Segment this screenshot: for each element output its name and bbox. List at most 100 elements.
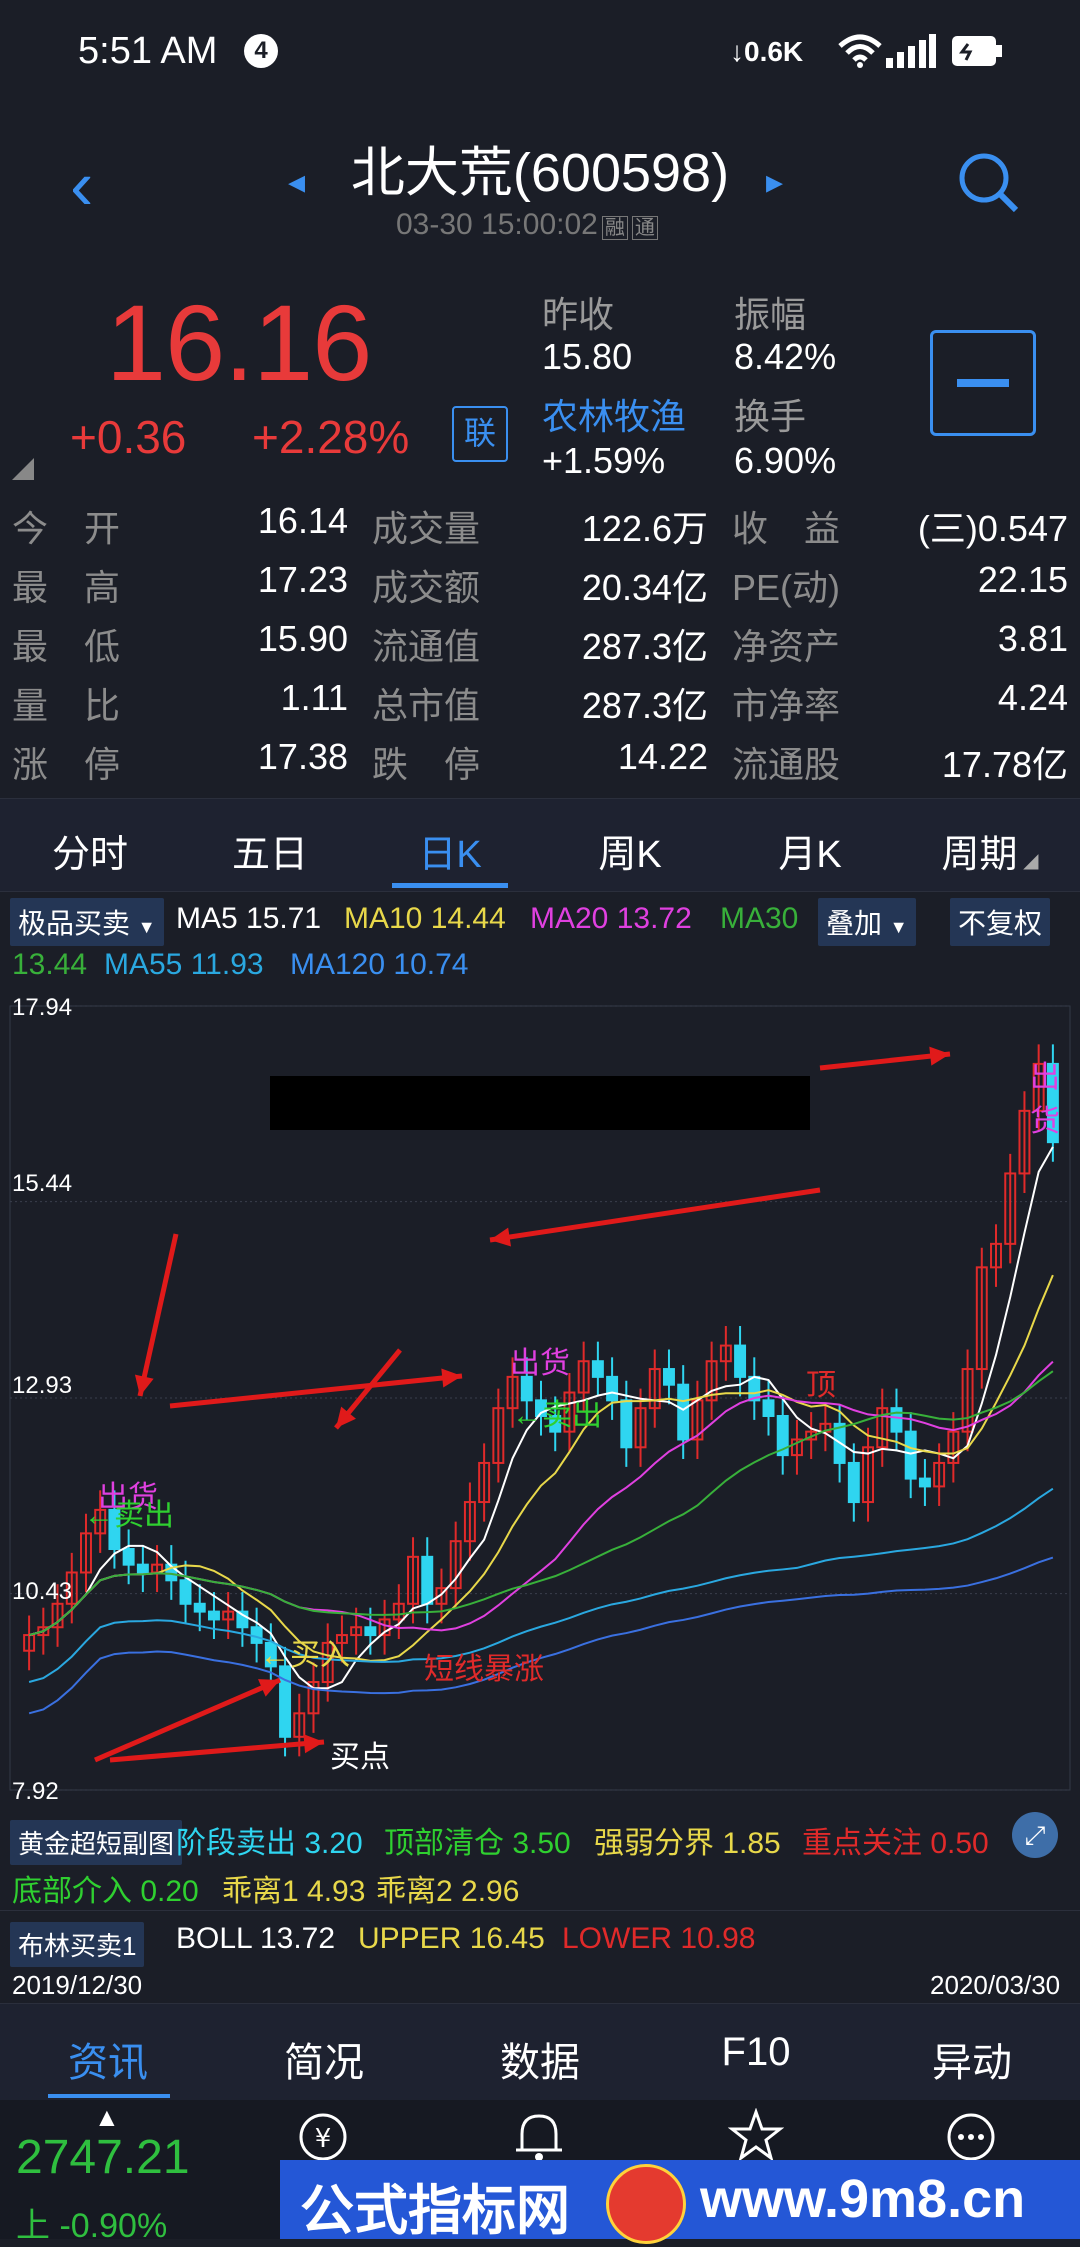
stat-label: 市净率: [732, 685, 841, 726]
ma10-readout: MA10 14.44: [344, 902, 506, 936]
stats-row: 最 高 17.23 成交额 20.34亿 PE(动) 22.15: [0, 559, 1080, 617]
tab-abnormal[interactable]: 异动: [864, 2030, 1080, 2088]
stats-row: 涨 停 17.38 跌 停 14.22 流通股 17.78亿: [0, 736, 1080, 794]
stat-value: 15.90: [257, 618, 348, 659]
stat-label: 最 低: [12, 626, 121, 667]
stat-value: 1.11: [280, 677, 348, 718]
upper-value: 16.45: [469, 1922, 545, 1955]
kline-chart[interactable]: 17.94 15.44 12.93 10.43 7.92 出货 出货 出货 ←卖…: [0, 990, 1080, 1810]
overlay-chip[interactable]: 叠加 ▼: [818, 898, 916, 946]
linked-quote-button[interactable]: 联: [452, 406, 508, 462]
ma55-label: MA55: [104, 948, 183, 981]
tab-five-day[interactable]: 五日: [180, 823, 360, 878]
favorite-star-icon[interactable]: [728, 2108, 784, 2164]
stage-sell-label: 阶段卖出: [176, 1827, 296, 1860]
stat-value: 16.14: [257, 500, 348, 541]
expand-icon[interactable]: ⤢: [1012, 1812, 1058, 1858]
candle-body: [662, 1368, 675, 1386]
bottom-in-readout: 底部介入 0.20: [12, 1866, 199, 1910]
tab-intraday[interactable]: 分时: [0, 823, 180, 878]
tab-f10[interactable]: F10: [648, 2030, 864, 2075]
boll-chip[interactable]: 布林买卖1: [10, 1922, 145, 1967]
candle-body: [364, 1626, 377, 1637]
index-value[interactable]: 2747.21: [16, 2130, 190, 2185]
index-expand-icon[interactable]: ▲: [94, 2102, 120, 2133]
candle-body: [591, 1360, 604, 1378]
ma5-label: MA5: [176, 902, 238, 935]
stat-label: 总市值: [372, 685, 481, 726]
amplitude-label: 振幅: [734, 294, 807, 335]
dev1-label: 乖离1: [222, 1875, 299, 1908]
stat-label: 涨 停: [12, 744, 121, 785]
wifi-icon: [838, 34, 882, 68]
stats-row: 今 开 16.14 成交量 122.6万收 益 (三)0.547: [0, 500, 1080, 558]
ma20-label: MA20: [530, 902, 609, 935]
index-prefix: 上: [16, 2207, 50, 2245]
lower-readout: LOWER 10.98: [562, 1922, 755, 1956]
search-icon[interactable]: [956, 150, 1022, 216]
annotation-arrow: [137, 1233, 179, 1397]
period-tabs: 分时 五日 日K 周K 月K 周期 ◢: [0, 798, 1080, 892]
sector-link[interactable]: 农林牧渔: [542, 388, 686, 440]
signal-icon: [886, 34, 936, 68]
ma55-value: 11.93: [190, 948, 264, 981]
adjust-chip[interactable]: 不复权: [950, 898, 1051, 946]
top-clear-label: 顶部清仓: [384, 1827, 504, 1860]
stat-label: 量 比: [12, 685, 121, 726]
more-icon[interactable]: [944, 2110, 998, 2164]
remove-watchlist-button[interactable]: [930, 330, 1036, 436]
stock-title: 北大荒(600598): [350, 143, 730, 203]
tab-period[interactable]: 周期 ◢: [900, 823, 1080, 878]
tab-data[interactable]: 数据: [432, 2030, 648, 2088]
dev1-readout: 乖离1 4.93: [222, 1866, 365, 1910]
stat-value: 14.22: [617, 736, 708, 777]
ma55-readout: MA55 11.93: [104, 948, 264, 982]
net-speed: ↓0.6K: [730, 36, 804, 67]
corner-expand-icon[interactable]: [12, 458, 34, 480]
divider: [0, 1910, 1080, 1911]
battery-icon: [952, 36, 1002, 66]
focus-readout: 重点关注 0.50: [802, 1818, 989, 1862]
sub-chart-chip[interactable]: 黄金超短副图: [10, 1820, 183, 1865]
connect-tag: 通: [631, 216, 658, 240]
y-tick-label: 17.94: [12, 994, 73, 1021]
candle-body: [179, 1579, 192, 1605]
tab-profile[interactable]: 简况: [216, 2030, 432, 2088]
indicator-chip[interactable]: 极品买卖 ▼: [10, 898, 164, 946]
net-speed-value: 0.6K: [744, 36, 804, 67]
annotation-sell-goods: 出货: [1030, 1061, 1060, 1138]
annotation-arrow: [169, 1373, 463, 1409]
ma30-value: 13.44: [12, 948, 88, 981]
boll-label: BOLL: [176, 1922, 252, 1955]
ma120-readout: MA120 10.74: [290, 948, 468, 982]
y-tick-label: 12.93: [12, 1372, 73, 1399]
stat-value: (三)0.547: [917, 508, 1068, 549]
annotation-short-surge: 短线暴涨: [424, 1653, 544, 1686]
annotation-buy: ←买入: [260, 1639, 350, 1672]
tab-period-label: 周期: [941, 834, 1018, 876]
stat-label: 收 益: [732, 508, 841, 549]
index-change-value: -0.90%: [59, 2207, 168, 2245]
price-change-percent: +2.28%: [252, 411, 410, 463]
candle-body: [122, 1548, 135, 1566]
status-time: 5:51 AM: [78, 30, 218, 72]
watermark-logo: [606, 2164, 686, 2244]
candle-body: [904, 1430, 917, 1480]
ma10-label: MA10: [344, 902, 423, 935]
tab-weekly-k[interactable]: 周K: [540, 823, 720, 878]
tab-news[interactable]: 资讯: [0, 2030, 216, 2088]
tab-daily-k[interactable]: 日K: [360, 823, 540, 878]
next-stock-arrow-icon[interactable]: ▸: [766, 162, 783, 202]
stat-value: 3.81: [997, 618, 1068, 659]
sector-change: +1.59%: [542, 440, 666, 481]
trade-yen-icon[interactable]: ¥: [296, 2110, 350, 2164]
alert-bell-icon[interactable]: [512, 2108, 566, 2164]
stat-value: 287.3亿: [581, 626, 708, 667]
stat-label: 最 高: [12, 567, 121, 608]
y-tick-label: 7.92: [12, 1778, 59, 1805]
tab-monthly-k[interactable]: 月K: [720, 823, 900, 878]
bottom-in-label: 底部介入: [12, 1875, 132, 1908]
candle-body: [421, 1555, 434, 1605]
chart-end-date: 2020/03/30: [930, 1970, 1061, 2000]
candle-body: [193, 1602, 206, 1613]
